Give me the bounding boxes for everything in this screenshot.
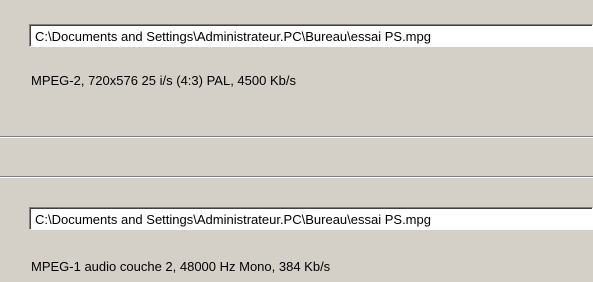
section-divider-top <box>0 136 593 138</box>
video-stream-info: MPEG-2, 720x576 25 i/s (4:3) PAL, 4500 K… <box>31 73 296 88</box>
audio-stream-info: MPEG-1 audio couche 2, 48000 Hz Mono, 38… <box>31 259 331 274</box>
section-divider-bottom <box>0 176 593 178</box>
audio-file-path-field[interactable]: C:\Documents and Settings\Administrateur… <box>29 207 593 230</box>
video-file-path-field[interactable]: C:\Documents and Settings\Administrateur… <box>29 24 593 47</box>
